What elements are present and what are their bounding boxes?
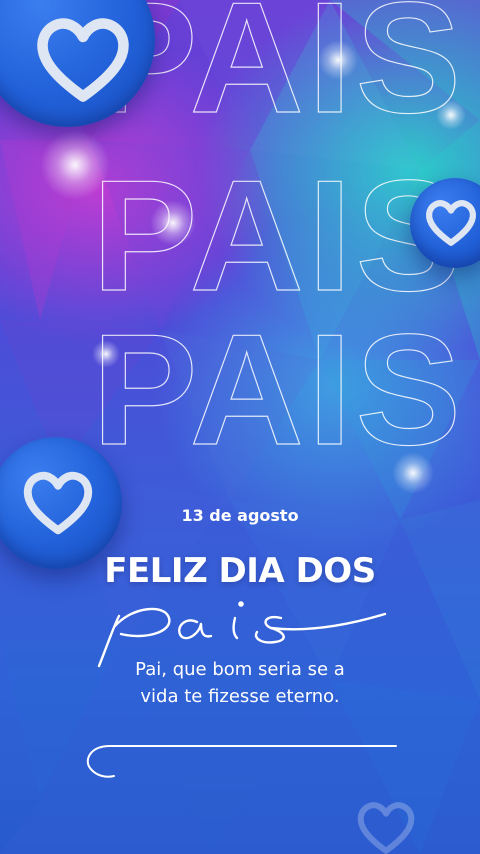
decorative-swoosh <box>80 738 400 788</box>
heart-outline-icon <box>36 17 129 102</box>
story-poster: PAIS PAIS PAIS 13 de agosto FELIZ DIA DO… <box>0 0 480 854</box>
heart-outline-icon <box>23 471 93 535</box>
pais-word-row-2: PAIS <box>92 148 465 324</box>
tribute-quote: Pai, que bom seria se a vida te fizesse … <box>0 656 480 710</box>
heart-outline-icon <box>426 200 476 246</box>
quote-line-2: vida te fizesse eterno. <box>140 686 340 707</box>
faint-heart-icon <box>357 802 415 854</box>
headline: FELIZ DIA DOS <box>104 551 376 591</box>
quote-line-1: Pai, que bom seria se a <box>135 659 345 680</box>
pais-word-row-3: PAIS <box>92 302 465 470</box>
event-date: 13 de agosto <box>181 506 299 525</box>
